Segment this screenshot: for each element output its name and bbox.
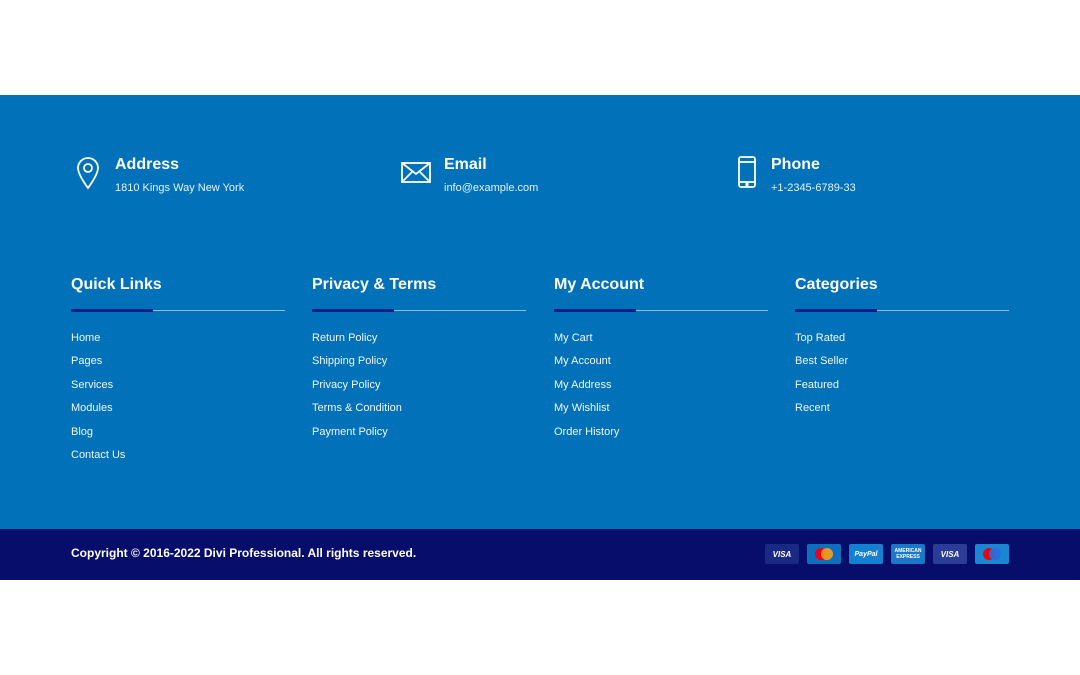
column-my-account: My Account My Cart My Account My Address… <box>554 274 768 448</box>
column-divider <box>554 309 768 312</box>
footer-link-pages[interactable]: Pages <box>71 354 285 377</box>
payment-methods: VISA PayPal AMERICAN EXPRESS VISA <box>765 544 1009 564</box>
footer-link-my-wishlist[interactable]: My Wishlist <box>554 401 768 424</box>
footer-link-order-history[interactable]: Order History <box>554 425 768 448</box>
column-title: My Account <box>554 276 645 293</box>
column-title: Quick Links <box>71 276 162 293</box>
footer-link-my-account[interactable]: My Account <box>554 354 768 377</box>
column-divider <box>71 309 285 312</box>
envelope-icon <box>400 155 432 191</box>
footer-link-best-seller[interactable]: Best Seller <box>795 354 1009 377</box>
visa-card-icon: VISA <box>933 544 967 564</box>
footer-link-my-address[interactable]: My Address <box>554 378 768 401</box>
footer-bottom-bar: Copyright © 2016-2022 Divi Professional.… <box>0 529 1080 580</box>
phone-title: Phone <box>771 156 820 173</box>
column-privacy-terms: Privacy & Terms Return Policy Shipping P… <box>312 274 526 448</box>
footer-link-recent[interactable]: Recent <box>795 401 1009 424</box>
mastercard-icon <box>807 544 841 564</box>
footer-link-top-rated[interactable]: Top Rated <box>795 331 1009 354</box>
footer-link-payment-policy[interactable]: Payment Policy <box>312 425 526 448</box>
footer-link-return-policy[interactable]: Return Policy <box>312 331 526 354</box>
footer-link-services[interactable]: Services <box>71 378 285 401</box>
footer-link-contact-us[interactable]: Contact Us <box>71 448 285 471</box>
column-title: Privacy & Terms <box>312 276 437 293</box>
phone-value[interactable]: +1-2345-6789-33 <box>771 182 856 194</box>
column-categories: Categories Top Rated Best Seller Feature… <box>795 274 1009 425</box>
address-title: Address <box>115 156 180 173</box>
footer-link-featured[interactable]: Featured <box>795 378 1009 401</box>
column-title: Categories <box>795 276 878 293</box>
address-value: 1810 Kings Way New York <box>115 182 245 194</box>
map-pin-icon <box>73 155 103 191</box>
footer-link-privacy-policy[interactable]: Privacy Policy <box>312 378 526 401</box>
paypal-icon: PayPal <box>849 544 883 564</box>
footer-link-my-cart[interactable]: My Cart <box>554 331 768 354</box>
footer-link-modules[interactable]: Modules <box>71 401 285 424</box>
contact-phone: Phone +1-2345-6789-33 <box>735 155 856 194</box>
copyright-text: Copyright © 2016-2022 Divi Professional.… <box>71 546 417 560</box>
footer-link-shipping-policy[interactable]: Shipping Policy <box>312 354 526 377</box>
email-value[interactable]: info@example.com <box>444 182 538 194</box>
column-divider <box>312 309 526 312</box>
contact-email: Email info@example.com <box>400 155 538 194</box>
mobile-phone-icon <box>735 155 759 191</box>
footer-main: Address 1810 Kings Way New York Email in… <box>0 95 1080 529</box>
email-title: Email <box>444 156 487 173</box>
amex-icon: AMERICAN EXPRESS <box>891 544 925 564</box>
maestro-icon <box>975 544 1009 564</box>
contact-address: Address 1810 Kings Way New York <box>73 155 244 194</box>
footer-link-blog[interactable]: Blog <box>71 425 285 448</box>
column-divider <box>795 309 1009 312</box>
footer-link-home[interactable]: Home <box>71 331 285 354</box>
footer-link-terms-condition[interactable]: Terms & Condition <box>312 401 526 424</box>
visa-card-icon: VISA <box>765 544 799 564</box>
column-quick-links: Quick Links Home Pages Services Modules … <box>71 274 285 471</box>
